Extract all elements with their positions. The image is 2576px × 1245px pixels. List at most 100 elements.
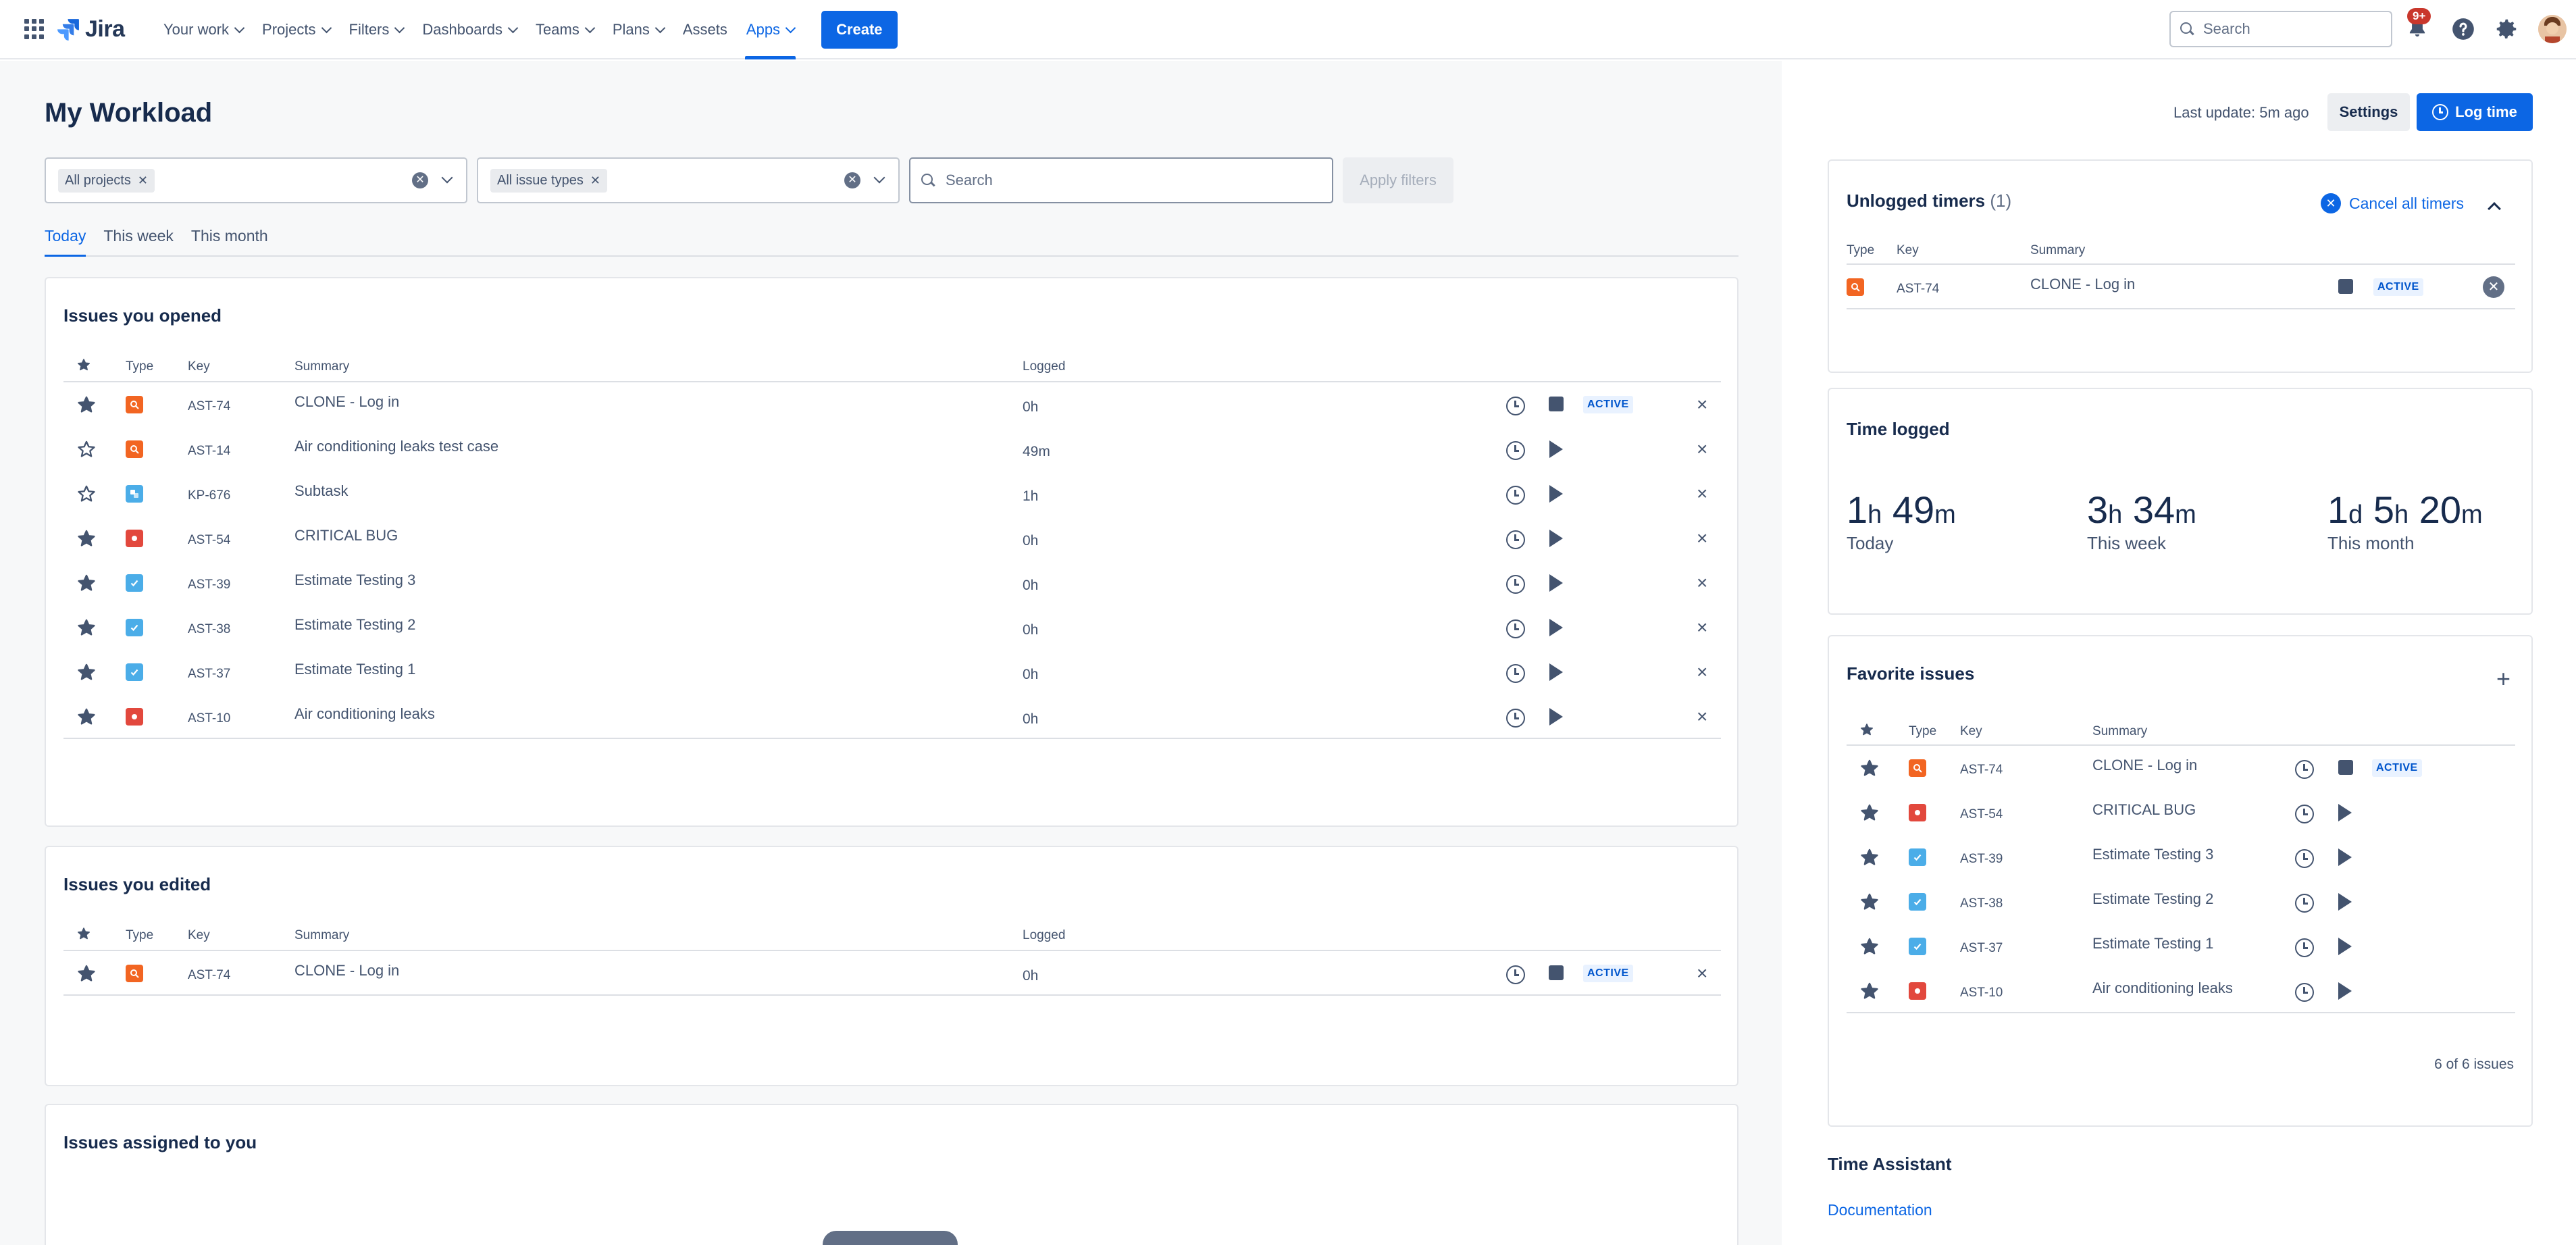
stop-timer-icon[interactable] bbox=[2338, 760, 2353, 775]
star-outline-icon[interactable] bbox=[77, 440, 96, 459]
cancel-all-timers-button[interactable]: ✕ Cancel all timers bbox=[2321, 193, 2464, 213]
issue-summary[interactable]: Subtask bbox=[294, 482, 349, 500]
start-timer-icon[interactable] bbox=[1549, 485, 1563, 503]
tab-today[interactable]: Today bbox=[45, 227, 86, 257]
close-icon[interactable]: × bbox=[1697, 529, 1707, 548]
remove-chip-icon[interactable]: ✕ bbox=[590, 174, 600, 188]
star-filled-icon[interactable] bbox=[77, 574, 96, 592]
close-icon[interactable]: × bbox=[1697, 707, 1707, 726]
close-icon[interactable]: × bbox=[1697, 574, 1707, 592]
issue-summary[interactable]: Estimate Testing 1 bbox=[2092, 935, 2213, 952]
apply-filters-button[interactable]: Apply filters bbox=[1343, 157, 1453, 203]
star-filled-icon[interactable] bbox=[77, 964, 96, 983]
stop-timer-icon[interactable] bbox=[1549, 965, 1564, 980]
issue-key[interactable]: AST-10 bbox=[1960, 986, 2003, 1000]
close-icon[interactable]: × bbox=[1697, 964, 1707, 983]
clock-icon[interactable] bbox=[2295, 983, 2314, 1002]
nav-item-your-work[interactable]: Your work bbox=[154, 0, 253, 59]
nav-item-assets[interactable]: Assets bbox=[673, 0, 737, 59]
issue-summary[interactable]: Estimate Testing 3 bbox=[294, 571, 415, 589]
remove-chip-icon[interactable]: ✕ bbox=[138, 174, 148, 188]
start-timer-icon[interactable] bbox=[1549, 708, 1563, 726]
cancel-timer-icon[interactable]: ✕ bbox=[2483, 276, 2504, 298]
chevron-down-icon[interactable] bbox=[441, 172, 453, 184]
issue-search-input[interactable]: Search bbox=[909, 157, 1333, 203]
star-filled-icon[interactable] bbox=[1860, 759, 1879, 778]
all-projects-chip[interactable]: All projects ✕ bbox=[58, 168, 155, 193]
close-icon[interactable]: × bbox=[1697, 395, 1707, 414]
issue-summary[interactable]: Estimate Testing 1 bbox=[294, 661, 415, 678]
star-filled-icon[interactable] bbox=[1860, 937, 1879, 956]
clock-icon[interactable] bbox=[1506, 486, 1525, 505]
issue-key[interactable]: AST-74 bbox=[1897, 282, 1939, 297]
start-timer-icon[interactable] bbox=[2338, 982, 2352, 1000]
issue-key[interactable]: AST-74 bbox=[1960, 763, 2003, 778]
stop-timer-icon[interactable] bbox=[1549, 397, 1564, 411]
settings-button[interactable]: Settings bbox=[2327, 93, 2410, 131]
star-outline-icon[interactable] bbox=[77, 484, 96, 503]
nav-item-dashboards[interactable]: Dashboards bbox=[413, 0, 526, 59]
nav-item-apps[interactable]: Apps bbox=[737, 0, 804, 59]
start-timer-icon[interactable] bbox=[1549, 619, 1563, 636]
issue-key[interactable]: AST-54 bbox=[188, 533, 230, 548]
clock-icon[interactable] bbox=[2295, 760, 2314, 779]
add-favorite-icon[interactable]: + bbox=[2496, 665, 2510, 693]
close-icon[interactable]: × bbox=[1697, 663, 1707, 682]
issue-summary[interactable]: Air conditioning leaks bbox=[2092, 980, 2233, 997]
clock-icon[interactable] bbox=[2295, 938, 2314, 957]
start-timer-icon[interactable] bbox=[2338, 804, 2352, 821]
nav-item-plans[interactable]: Plans bbox=[603, 0, 673, 59]
issue-summary[interactable]: CLONE - Log in bbox=[294, 962, 399, 980]
user-avatar[interactable] bbox=[2538, 15, 2567, 43]
issue-summary[interactable]: Air conditioning leaks test case bbox=[294, 438, 498, 455]
star-filled-icon[interactable] bbox=[77, 395, 96, 414]
clock-icon[interactable] bbox=[1506, 441, 1525, 460]
start-timer-icon[interactable] bbox=[1549, 530, 1563, 547]
global-search-input[interactable]: Search bbox=[2169, 11, 2392, 47]
issue-key[interactable]: AST-38 bbox=[188, 622, 230, 637]
star-filled-icon[interactable] bbox=[1860, 848, 1879, 867]
clock-icon[interactable] bbox=[1506, 530, 1525, 549]
close-icon[interactable]: × bbox=[1697, 618, 1707, 637]
jira-logo[interactable]: Jira bbox=[57, 15, 125, 43]
star-filled-icon[interactable] bbox=[77, 707, 96, 726]
star-filled-icon[interactable] bbox=[1860, 892, 1879, 911]
clock-icon[interactable] bbox=[1506, 709, 1525, 728]
app-switcher-icon[interactable] bbox=[24, 19, 45, 39]
all-issue-types-chip[interactable]: All issue types ✕ bbox=[490, 168, 607, 193]
nav-item-teams[interactable]: Teams bbox=[526, 0, 603, 59]
clock-icon[interactable] bbox=[2295, 849, 2314, 868]
issue-summary[interactable]: Estimate Testing 2 bbox=[2092, 890, 2213, 908]
clock-icon[interactable] bbox=[1506, 575, 1525, 594]
issue-summary[interactable]: CLONE - Log in bbox=[294, 393, 399, 411]
star-filled-icon[interactable] bbox=[1860, 803, 1879, 822]
start-timer-icon[interactable] bbox=[2338, 848, 2352, 866]
issue-summary[interactable]: CRITICAL BUG bbox=[2092, 801, 2196, 819]
issue-key[interactable]: AST-14 bbox=[188, 444, 230, 459]
star-filled-icon[interactable] bbox=[77, 529, 96, 548]
chevron-up-icon[interactable] bbox=[2488, 202, 2501, 215]
log-time-button[interactable]: Log time bbox=[2417, 93, 2533, 131]
clock-icon[interactable] bbox=[2295, 805, 2314, 823]
issue-types-filter[interactable]: All issue types ✕ ✕ bbox=[477, 157, 900, 203]
issue-key[interactable]: AST-39 bbox=[1960, 852, 2003, 867]
star-filled-icon[interactable] bbox=[77, 663, 96, 682]
issue-summary[interactable]: Estimate Testing 2 bbox=[294, 616, 415, 634]
issue-key[interactable]: AST-74 bbox=[188, 399, 230, 414]
nav-item-filters[interactable]: Filters bbox=[340, 0, 413, 59]
star-filled-icon[interactable] bbox=[77, 618, 96, 637]
close-icon[interactable]: × bbox=[1697, 440, 1707, 459]
tab-this-month[interactable]: This month bbox=[191, 227, 268, 255]
help-icon[interactable] bbox=[2450, 16, 2476, 42]
issue-key[interactable]: AST-74 bbox=[188, 968, 230, 983]
issue-key[interactable]: AST-39 bbox=[188, 578, 230, 592]
chevron-down-icon[interactable] bbox=[873, 172, 885, 184]
issue-key[interactable]: AST-37 bbox=[1960, 941, 2003, 956]
issue-summary[interactable]: Estimate Testing 3 bbox=[2092, 846, 2213, 863]
settings-gear-icon[interactable] bbox=[2494, 16, 2519, 42]
projects-filter[interactable]: All projects ✕ ✕ bbox=[45, 157, 467, 203]
tab-this-week[interactable]: This week bbox=[103, 227, 174, 255]
start-timer-icon[interactable] bbox=[2338, 893, 2352, 911]
close-icon[interactable]: × bbox=[1697, 484, 1707, 503]
issue-summary[interactable]: CLONE - Log in bbox=[2092, 757, 2197, 774]
